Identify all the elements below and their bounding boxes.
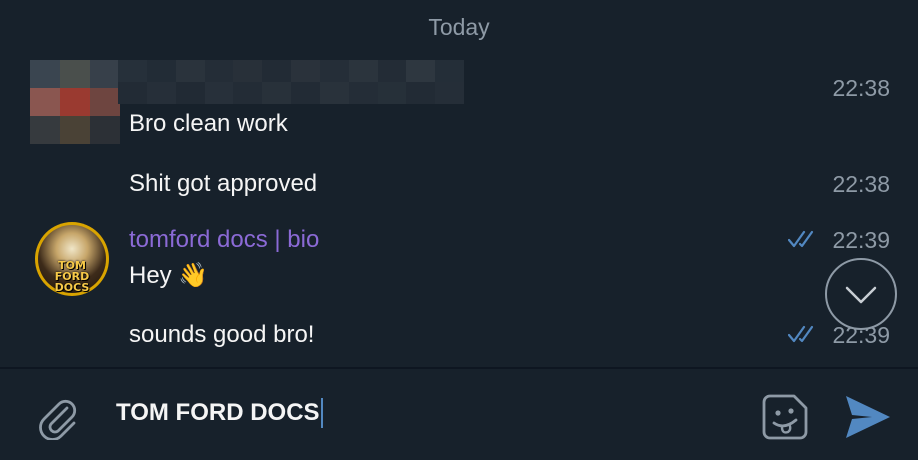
sender-name[interactable]: tomford docs | bio	[129, 226, 319, 254]
scroll-down-button[interactable]	[825, 258, 897, 330]
message-text: sounds good bro!	[129, 321, 315, 348]
blurred-sender-name[interactable]	[118, 60, 464, 104]
send-icon[interactable]	[842, 392, 894, 442]
chevron-down-icon	[845, 286, 877, 304]
paperclip-icon[interactable]	[34, 394, 80, 440]
text-caret	[320, 398, 323, 428]
chat-area: Today 22:38 Bro clean work Shit got appr…	[0, 0, 918, 367]
message-time: 22:39	[832, 227, 890, 253]
avatar-logo-text: TOM FORD DOCS	[54, 259, 90, 294]
message-input[interactable]: TOM FORD DOCS	[116, 398, 323, 428]
message-time: 22:38	[832, 171, 890, 197]
message-text: Hey 👋	[129, 262, 209, 289]
avatar[interactable]: TOM FORD DOCS	[35, 222, 109, 296]
double-check-icon	[788, 230, 814, 248]
date-separator: Today	[428, 14, 490, 40]
double-check-icon	[788, 325, 814, 343]
message-text: Shit got approved	[129, 170, 318, 197]
message-time: 22:38	[832, 75, 890, 101]
message-input-text: TOM FORD DOCS	[116, 399, 320, 426]
sticker-emoji-icon[interactable]	[758, 390, 812, 444]
blurred-avatar[interactable]	[30, 60, 120, 144]
message-text: Bro clean work	[129, 110, 288, 137]
